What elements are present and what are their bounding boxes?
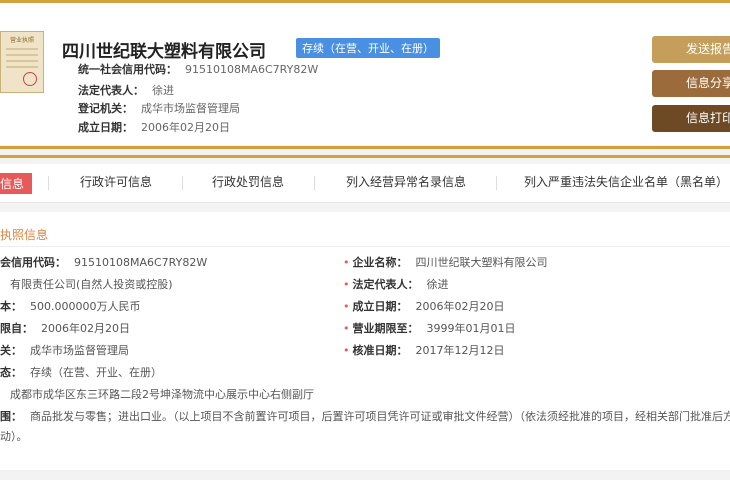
credit-code-row: 统一社会信用代码： 91510108MA6C7RY82W	[78, 61, 318, 77]
detail-established-label: 成立日期：	[352, 300, 408, 313]
detail-scope-value: 商品批发与零售；进出口业。（以上项目不含前置许可项目，后置许可项目凭许可证或审批…	[30, 410, 730, 423]
legal-rep-row: 法定代表人： 徐进	[78, 82, 174, 98]
tab-blacklist[interactable]: 列入严重违法失信企业名单（黑名单）	[524, 173, 728, 190]
detail-status-value: 存续（在营、开业、在册）	[30, 366, 162, 379]
detail-scope: 围： 商品批发与零售；进出口业。（以上项目不含前置许可项目，后置许可项目凭许可证或…	[0, 408, 730, 424]
business-license-image[interactable]: 营业执照	[0, 31, 44, 93]
gold-divider-2	[0, 155, 730, 158]
detail-established: • 成立日期： 2006年02月20日	[343, 298, 505, 314]
detail-authority: 关： 成华市场监督管理局	[0, 342, 129, 358]
detail-scope-label: 围：	[0, 410, 22, 423]
detail-company-type: 有限责任公司(自然人投资或控股)	[10, 276, 173, 292]
info-tabs: 信息 行政许可信息 行政处罚信息 列入经营异常名录信息 列入严重违法失信企业名单…	[0, 164, 730, 203]
legal-rep-value: 徐进	[152, 84, 174, 97]
detail-capital: 本： 500.000000万人民币	[0, 298, 140, 314]
send-report-button[interactable]: 发送报告	[652, 36, 730, 63]
detail-term-to-label: 营业期限至：	[352, 322, 419, 335]
bullet-icon: •	[343, 256, 350, 269]
authority-row: 登记机关： 成华市场监督管理局	[78, 100, 240, 116]
authority-value: 成华市场监督管理局	[141, 102, 240, 115]
status-badge: 存续（在营、开业、在册）	[296, 38, 440, 58]
company-header-panel: 营业执照 四川世纪联大塑料有限公司 存续（在营、开业、在册） 统一社会信用代码：…	[0, 3, 730, 145]
detail-status-label: 态：	[0, 366, 22, 379]
credit-code-value: 91510108MA6C7RY82W	[185, 63, 319, 76]
authority-label: 登记机关：	[78, 102, 133, 115]
detail-term-from-value: 2006年02月20日	[41, 322, 130, 335]
established-value: 2006年02月20日	[141, 121, 230, 134]
detail-authority-value: 成华市场监督管理局	[30, 344, 129, 357]
legal-rep-label: 法定代表人：	[78, 84, 144, 97]
section-title: 执照信息	[0, 228, 49, 242]
detail-scope-cont-value: 动）。	[0, 430, 28, 443]
detail-address-value: 成都市成华区东三环路二段2号坤泽物流中心展示中心右侧副厅	[10, 388, 314, 401]
detail-approved-date: • 核准日期： 2017年12月12日	[343, 342, 505, 358]
detail-credit-code-label: 会信用代码：	[0, 256, 66, 269]
tab-abnormal-operation[interactable]: 列入经营异常名录信息	[346, 173, 466, 190]
detail-approved-value: 2017年12月12日	[415, 344, 505, 357]
detail-approved-label: 核准日期：	[352, 344, 408, 357]
tab-basic-info[interactable]: 信息	[0, 173, 33, 194]
detail-capital-label: 本：	[0, 300, 22, 313]
detail-established-value: 2006年02月20日	[415, 300, 505, 313]
gold-divider-1	[0, 146, 730, 149]
detail-address: 成都市成华区东三环路二段2号坤泽物流中心展示中心右侧副厅	[10, 386, 314, 402]
established-label: 成立日期：	[78, 121, 133, 134]
bullet-icon: •	[343, 300, 350, 313]
detail-company-name: • 企业名称： 四川世纪联大塑料有限公司	[343, 254, 548, 270]
detail-authority-label: 关：	[0, 344, 22, 357]
detail-term-from-label: 限自：	[0, 322, 33, 335]
detail-credit-code: 会信用代码： 91510108MA6C7RY82W	[0, 254, 207, 270]
detail-scope-continued: 动）。	[0, 428, 28, 444]
detail-legal-rep: • 法定代表人： 徐进	[343, 276, 449, 292]
license-image-title: 营业执照	[9, 37, 34, 44]
detail-capital-value: 500.000000万人民币	[30, 300, 141, 313]
detail-term-to-value: 3999年01月01日	[426, 322, 516, 335]
license-detail-panel: 执照信息 会信用代码： 91510108MA6C7RY82W • 企业名称： 四川世纪…	[0, 212, 730, 470]
bullet-icon: •	[343, 344, 350, 357]
detail-status: 态： 存续（在营、开业、在册）	[0, 364, 162, 380]
print-button[interactable]: 信息打印	[652, 105, 730, 132]
detail-term-from: 限自： 2006年02月20日	[0, 320, 130, 336]
credit-code-label: 统一社会信用代码：	[78, 63, 177, 76]
detail-company-name-label: 企业名称：	[352, 256, 408, 269]
seal-icon	[23, 72, 37, 86]
share-button[interactable]: 信息分享	[652, 70, 730, 97]
detail-credit-code-value: 91510108MA6C7RY82W	[74, 256, 208, 269]
bullet-icon: •	[343, 278, 350, 291]
detail-company-type-value: 有限责任公司(自然人投资或控股)	[10, 278, 173, 291]
detail-legal-rep-value: 徐进	[426, 278, 449, 291]
company-name: 四川世纪联大塑料有限公司	[62, 42, 266, 62]
established-row: 成立日期： 2006年02月20日	[78, 119, 230, 135]
detail-company-name-value: 四川世纪联大塑料有限公司	[415, 256, 548, 269]
tab-admin-license[interactable]: 行政许可信息	[80, 173, 152, 190]
bullet-icon: •	[343, 322, 350, 335]
detail-legal-rep-label: 法定代表人：	[352, 278, 419, 291]
detail-term-to: • 营业期限至： 3999年01月01日	[343, 320, 516, 336]
tab-admin-penalty[interactable]: 行政处罚信息	[212, 173, 284, 190]
